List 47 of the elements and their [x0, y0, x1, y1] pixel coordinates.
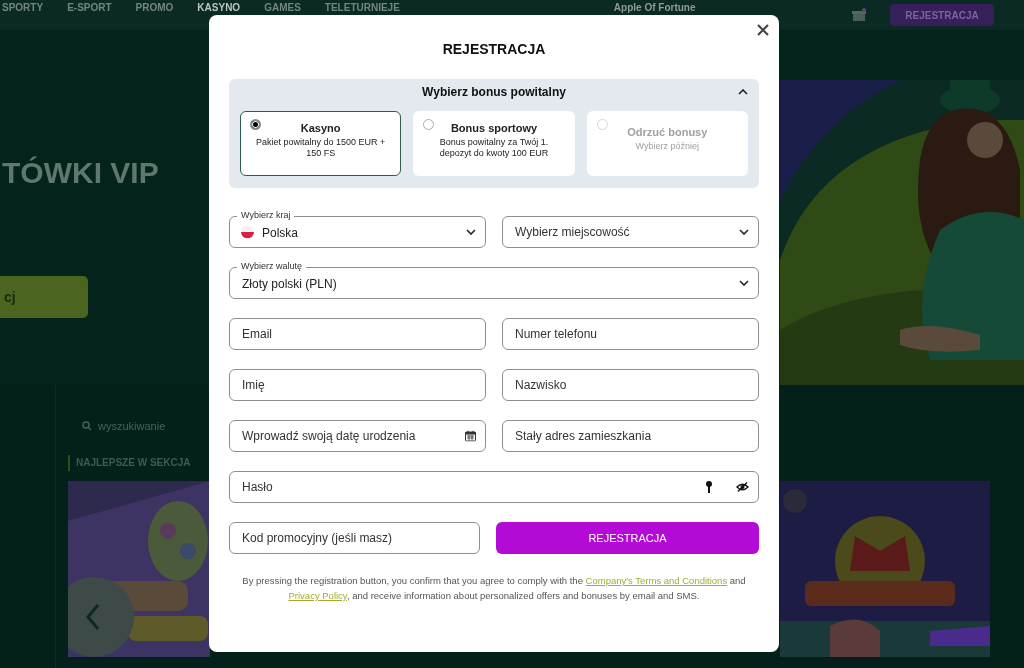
close-icon[interactable] [755, 22, 771, 38]
field-label: Wybierz walutę [237, 261, 306, 272]
chevron-down-icon[interactable] [739, 280, 749, 286]
option-description: Wybierz później [634, 141, 701, 152]
nav-link[interactable]: SPORTY [2, 2, 44, 13]
bonus-title: Wybierz bonus powitalny [422, 85, 566, 99]
register-button[interactable]: REJESTRACJA [890, 4, 994, 26]
calendar-icon[interactable] [465, 430, 476, 442]
option-description: Bonus powitalny za Twój 1. depozyt do kwoty 100 EUR [438, 137, 550, 159]
caret-icon[interactable] [738, 89, 748, 95]
key-icon[interactable] [705, 481, 713, 493]
nav-link[interactable]: PROMO [135, 2, 174, 13]
nav-link[interactable]: E-SPORT [67, 2, 112, 13]
policy-link[interactable]: Company's Terms and Conditions [585, 575, 728, 586]
nav-link[interactable]: Apple Of Fortune [613, 2, 696, 13]
text-field[interactable]: Nazwisko [502, 369, 759, 401]
search-icon [82, 421, 92, 431]
select-field[interactable]: Wybierz miejscowość [502, 216, 759, 248]
radio-button[interactable] [423, 119, 435, 130]
nav-link[interactable]: TELETURNIEJE [324, 2, 400, 13]
option-title: Kasyno [299, 122, 342, 134]
chevron-down-icon[interactable] [466, 229, 476, 235]
consent-text: By pressing the registration button, you confirm that you agree to comply with the Company's Terms and Conditions and Privacy Policy, and receive information about personalized offers and bonuses by email and SMS. [241, 574, 747, 603]
policy-link[interactable]: Privacy Policy [288, 590, 347, 601]
text-field[interactable]: Stały adres zamieszkania [502, 420, 759, 452]
hero-title: TÓWKI VIP [2, 156, 160, 190]
password-field[interactable]: Hasło [229, 471, 759, 503]
text-field[interactable]: Imię [229, 369, 486, 401]
text-field[interactable]: Numer telefonu [502, 318, 759, 350]
text-field[interactable]: Kod promocyjny (jeśli masz) [229, 522, 480, 554]
dialog-title: REJESTRACJA [441, 41, 547, 57]
date-field[interactable]: Wprowadź swoją datę urodzenia [229, 420, 486, 452]
radio-button[interactable] [250, 119, 261, 130]
text-field[interactable]: Email [229, 318, 486, 350]
field-label: Wybierz kraj [237, 210, 295, 221]
chevron-down-icon[interactable] [739, 229, 749, 235]
option-title: Odrzuć bonusy [626, 126, 709, 138]
hero-button[interactable]: cj [0, 276, 88, 318]
bonus-option[interactable]: Bonus sportowy Bonus powitalny za Twój 1. depozyt do kwoty 100 EUR [413, 111, 575, 176]
register-button[interactable]: REJESTRACJA [496, 522, 759, 554]
nav-link[interactable]: GAMES [264, 2, 301, 13]
nav-link[interactable]: KASYNO [197, 2, 241, 13]
option-description: Pakiet powitalny do 1500 EUR + 150 FS [255, 137, 386, 159]
bonus-option[interactable]: Kasyno Pakiet powitalny do 1500 EUR + 150 FS [240, 111, 402, 176]
gift-icon[interactable] [852, 8, 866, 22]
eye-slash-icon[interactable] [736, 481, 749, 493]
option-title: Bonus sportowy [449, 122, 539, 134]
